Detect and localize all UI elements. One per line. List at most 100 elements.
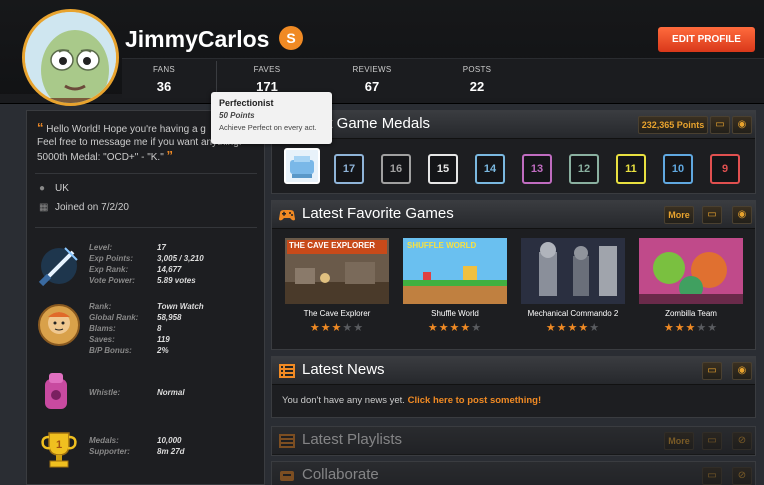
stat-value: 67	[364, 79, 380, 94]
collaborate-panel: Collaborate ▭ ⊘	[271, 461, 756, 485]
stat-posts[interactable]: POSTS 22	[437, 65, 517, 94]
stat-key: Level:	[89, 243, 113, 252]
stat-val: 119	[157, 335, 170, 344]
supporter-badge-icon[interactable]: S	[279, 26, 303, 50]
divider	[35, 227, 257, 228]
medal-item[interactable]: 11	[616, 154, 646, 184]
collapse-icon[interactable]: ▭	[702, 432, 722, 450]
stat-val: 10,000	[157, 436, 182, 445]
game-title[interactable]: Shuffle World	[403, 309, 507, 318]
game-card[interactable]: Zombilla Team ★★★★★	[639, 238, 743, 334]
game-card[interactable]: SHUFFLE WORLD Shuffle World ★★★★★	[403, 238, 507, 334]
trophy-icon: 1	[41, 432, 77, 468]
stat-key: Exp Points:	[89, 254, 134, 263]
edit-profile-button[interactable]: EDIT PROFILE	[658, 27, 755, 52]
thumb-label: THE CAVE EXPLORER	[289, 241, 376, 250]
stat-reviews[interactable]: REVIEWS 67	[332, 65, 412, 94]
calendar-icon: ▦	[39, 202, 49, 213]
game-thumbnail[interactable]	[639, 238, 743, 304]
game-card[interactable]: Mechanical Commando 2 ★★★★★	[521, 238, 625, 334]
game-title[interactable]: Zombilla Team	[639, 309, 743, 318]
visibility-eye-icon[interactable]: ◉	[732, 116, 752, 134]
stat-key: B/P Bonus:	[89, 346, 132, 355]
stat-faves[interactable]: FAVES 171	[227, 65, 307, 94]
collapse-icon[interactable]: ▭	[702, 467, 722, 485]
panel-title: Collaborate	[302, 466, 379, 483]
rank-badge-icon	[38, 304, 80, 346]
location: ● UK	[39, 183, 69, 194]
collapse-icon[interactable]: ▭	[702, 206, 722, 224]
game-thumbnail[interactable]	[521, 238, 625, 304]
stat-val: Normal	[157, 388, 185, 397]
stat-val: 58,958	[157, 313, 182, 322]
collapse-icon[interactable]: ▭	[710, 116, 730, 134]
gamepad-icon	[279, 210, 295, 221]
medal-item[interactable]: 9	[710, 154, 740, 184]
recent-medals-panel: nt Game Medals 232,365 Points ▭ ◉ 17 16 …	[271, 110, 756, 194]
game-title[interactable]: The Cave Explorer	[285, 309, 389, 318]
rank-stats: Rank: Town Watch Global Rank: 58,958 Blams…	[89, 301, 204, 356]
blurb-line: Hello World! Hope you're having a g	[46, 124, 206, 135]
rating-stars: ★★★★★	[427, 322, 483, 334]
stat-val: 5.89 votes	[157, 276, 196, 285]
medal-perfectionist[interactable]	[284, 148, 320, 184]
latest-playlists-panel: Latest Playlists More ▭ ⊘	[271, 426, 756, 456]
stat-label: FANS	[152, 65, 176, 74]
game-title[interactable]: Mechanical Commando 2	[521, 309, 625, 318]
medal-item[interactable]: 17	[334, 154, 364, 184]
stat-key: Saves:	[89, 335, 115, 344]
joined-date: ▦ Joined on 7/2/20	[39, 202, 129, 213]
avatar[interactable]	[22, 9, 119, 106]
medal-points-badge[interactable]: 232,365 Points	[638, 116, 708, 134]
joined-text: Joined on 7/2/20	[55, 202, 129, 213]
latest-news-panel: Latest News ▭ ◉ You don't have any news …	[271, 356, 756, 418]
more-button[interactable]: More	[664, 206, 694, 224]
game-card[interactable]: THE CAVE EXPLORER The Cave Explorer ★★★★…	[285, 238, 389, 334]
collapse-icon[interactable]: ▭	[702, 362, 722, 380]
mechanical-commando-thumb	[521, 238, 625, 304]
stat-val: 3,005 / 3,210	[157, 254, 204, 263]
medal-item[interactable]: 14	[475, 154, 505, 184]
zombilla-team-thumb	[639, 238, 743, 304]
medal-item[interactable]: 12	[569, 154, 599, 184]
panel-header: Collaborate ▭ ⊘	[272, 462, 755, 485]
level-sword-icon	[38, 247, 78, 287]
divider	[35, 173, 257, 174]
game-thumbnail[interactable]: SHUFFLE WORLD	[403, 238, 507, 304]
panel-header: nt Game Medals 232,365 Points ▭ ◉	[272, 111, 755, 139]
stat-val: Town Watch	[157, 302, 204, 311]
stat-val: 8m 27d	[157, 447, 185, 456]
visibility-eye-icon[interactable]: ◉	[732, 206, 752, 224]
thumb-label: SHUFFLE WORLD	[407, 241, 477, 250]
medal-tooltip: Perfectionist 50 Points Achieve Perfect …	[211, 92, 332, 144]
level-stats: Level: 17 Exp Points: 3,005 / 3,210 Exp Ra…	[89, 242, 204, 286]
more-button[interactable]: More	[664, 432, 694, 450]
medal-item[interactable]: 16	[381, 154, 411, 184]
game-thumbnail[interactable]: THE CAVE EXPLORER	[285, 238, 389, 304]
medal-item[interactable]: 15	[428, 154, 458, 184]
medal-item[interactable]: 10	[663, 154, 693, 184]
stat-key: Global Rank:	[89, 313, 139, 322]
hidden-eye-icon[interactable]: ⊘	[732, 432, 752, 450]
stat-key: Vote Power:	[89, 276, 135, 285]
hidden-eye-icon[interactable]: ⊘	[732, 467, 752, 485]
username[interactable]: JimmyCarlos	[125, 26, 269, 53]
location-text: UK	[55, 183, 69, 194]
tooltip-title: Perfectionist	[219, 98, 274, 108]
stat-key: Rank:	[89, 302, 112, 311]
stat-fans[interactable]: FANS 36	[124, 65, 204, 94]
tooltip-points: 50 Points	[219, 111, 255, 120]
stat-val: 8	[157, 324, 162, 333]
visibility-eye-icon[interactable]: ◉	[732, 362, 752, 380]
post-news-link[interactable]: Click here to post something!	[408, 395, 542, 406]
panel-title: Latest Favorite Games	[302, 205, 454, 222]
panel-header: Latest Playlists More ▭ ⊘	[272, 427, 755, 455]
location-pin-icon: ●	[39, 183, 46, 194]
rating-stars: ★★★★★	[309, 322, 365, 334]
panel-header: Latest Favorite Games More ▭ ◉	[272, 201, 755, 229]
medal-item[interactable]: 13	[522, 154, 552, 184]
svg-text:1: 1	[56, 439, 62, 451]
tooltip-description: Achieve Perfect on every act.	[219, 123, 317, 132]
quote-close-icon: ”	[166, 148, 174, 163]
stat-val: 14,677	[157, 265, 182, 274]
